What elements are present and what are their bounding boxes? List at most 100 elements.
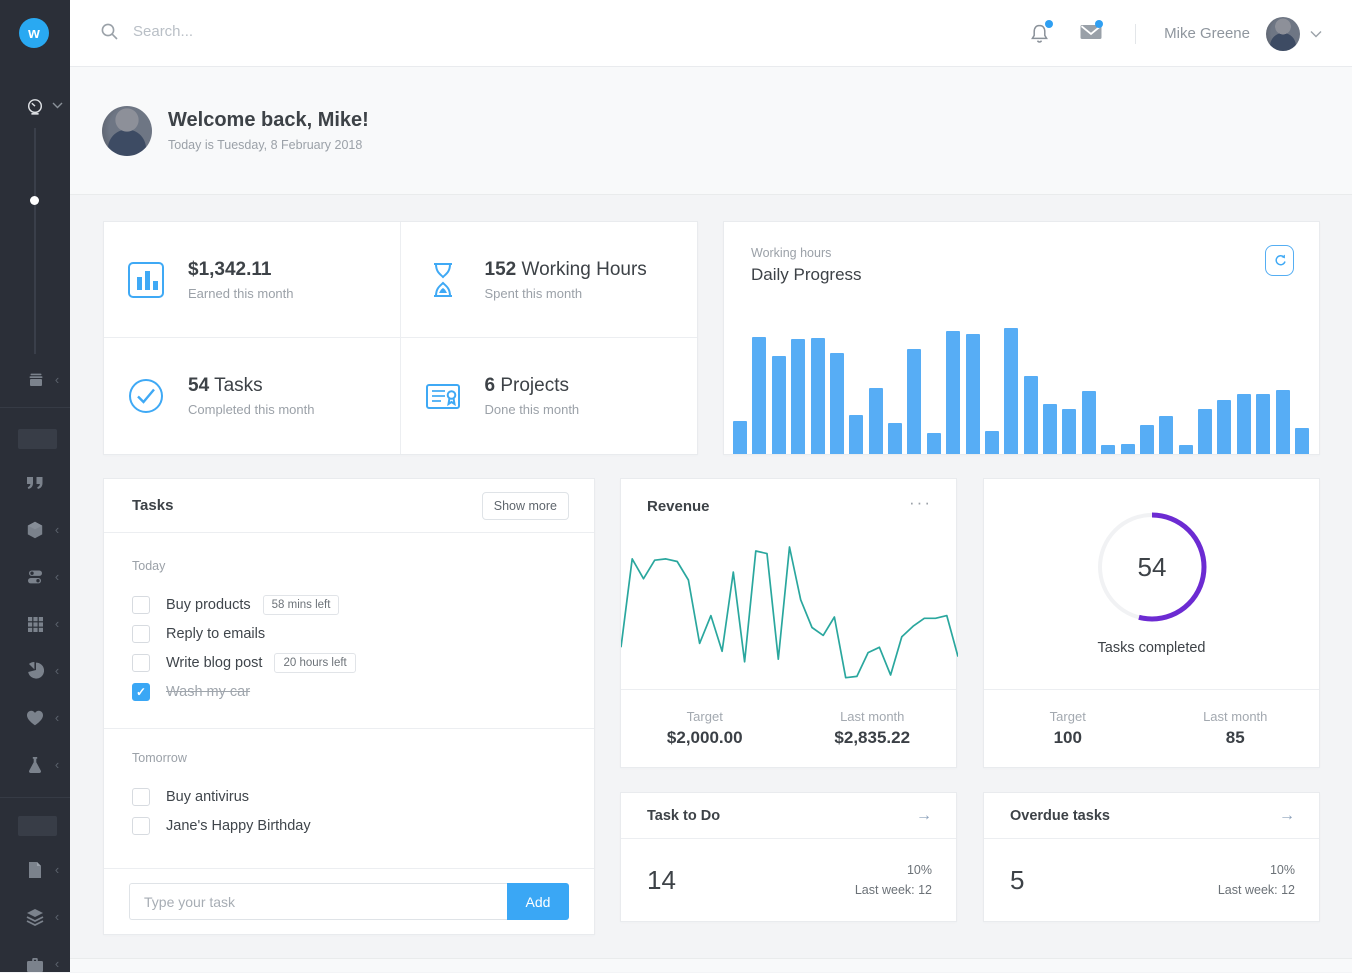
stat-working-hours: 152 Working Hours Spent this month [401,222,698,338]
pie-chart-icon[interactable] [26,662,44,680]
add-task-footer: Add [104,868,594,934]
tasks-card: Tasks Show more Today Buy products 58 mi… [103,478,595,935]
task-text[interactable]: Buy products [166,597,251,613]
bar [1082,391,1096,454]
bar [1004,328,1018,454]
add-task-button[interactable]: Add [507,883,569,920]
task-checkbox[interactable] [132,596,150,614]
task-checkbox-checked[interactable]: ✓ [132,683,150,701]
new-task-input[interactable] [129,883,507,920]
stat-value-rest: Working Hours [516,259,647,280]
kpi-last-week: Last week: 12 [855,883,932,897]
bar [1198,409,1212,454]
card-title: Overdue tasks [1010,808,1110,824]
chevron-left-icon[interactable]: ‹ [52,521,62,539]
revenue-line-chart [621,537,958,689]
bar [733,421,747,454]
refresh-button[interactable] [1265,245,1294,276]
chevron-left-icon[interactable]: ‹ [52,615,62,633]
tasks-completed-donut: 54 [1092,507,1212,627]
user-name[interactable]: Mike Greene [1164,25,1250,42]
task-checkbox[interactable] [132,788,150,806]
chevron-left-icon[interactable]: ‹ [52,371,62,389]
cube-icon[interactable] [26,521,44,539]
chevron-left-icon[interactable]: ‹ [52,756,62,774]
chevron-down-icon[interactable] [52,102,63,109]
target-label: Target [1050,709,1086,724]
stat-value: 6 [485,375,496,396]
kpi-percent: 10% [1270,863,1295,877]
task-row-completed: ✓ Wash my car [132,677,566,706]
chevron-left-icon[interactable]: ‹ [52,908,62,926]
task-text[interactable]: Wash my car [166,684,250,700]
document-icon[interactable] [26,861,44,879]
bar-chart-icon [126,260,166,300]
daily-progress-card: Working hours Daily Progress [723,221,1320,455]
tasks-completed-footer: Target 100 Last month 85 [984,689,1319,767]
show-more-button[interactable]: Show more [482,492,569,520]
chevron-left-icon[interactable]: ‹ [52,662,62,680]
daily-progress-bars [733,328,1309,454]
active-submenu-dot[interactable] [30,196,39,205]
task-badge: 58 mins left [263,595,340,615]
layers-icon[interactable] [26,908,44,926]
app-logo[interactable]: w [19,18,49,48]
donut-value: 54 [1092,507,1212,627]
welcome-header: Welcome back, Mike! Today is Tuesday, 8 … [70,67,1352,195]
bar [907,349,921,454]
donut-label: Tasks completed [984,640,1319,656]
heart-icon[interactable] [26,709,44,727]
archive-box-icon[interactable] [26,371,44,389]
task-text[interactable]: Write blog post [166,655,262,671]
bar [1276,390,1290,454]
chart-subtitle: Working hours [751,246,831,260]
chevron-left-icon[interactable]: ‹ [52,861,62,879]
certificate-icon [423,376,463,416]
revenue-card: Revenue ··· Target $2,000.00 Last month … [620,478,957,768]
bar [1237,394,1251,454]
bar [1256,394,1270,454]
notifications-button[interactable] [1029,23,1051,45]
task-row: Reply to emails [132,619,566,648]
briefcase-icon[interactable] [26,955,44,973]
chevron-left-icon[interactable]: ‹ [52,709,62,727]
kpi-last-week: Last week: 12 [1218,883,1295,897]
kpi-percent: 10% [907,863,932,877]
task-checkbox[interactable] [132,654,150,672]
search-icon[interactable] [100,22,119,41]
stat-value: $1,342.11 [188,259,271,280]
bar [1295,428,1309,454]
bar [1043,404,1057,454]
chevron-down-icon[interactable] [1310,30,1322,38]
task-text[interactable]: Jane's Happy Birthday [166,818,311,834]
sidebar-divider [0,797,70,798]
search-input[interactable] [133,23,353,40]
bar [830,353,844,454]
bar [1101,445,1115,454]
chevron-left-icon[interactable]: ‹ [52,955,62,973]
user-avatar[interactable] [1266,17,1300,51]
dashboard-icon[interactable] [26,98,44,116]
check-circle-icon [126,376,166,416]
task-text[interactable]: Buy antivirus [166,789,249,805]
bar [849,415,863,454]
task-checkbox[interactable] [132,625,150,643]
grid-icon[interactable] [26,615,44,633]
stat-value-rest: Projects [495,375,569,396]
more-options-icon[interactable]: ··· [909,493,932,513]
arrow-right-icon[interactable]: → [916,807,932,825]
stat-value-rest: Tasks [209,375,263,396]
quote-icon[interactable] [26,474,44,492]
task-to-do-card: Task to Do → 14 10% Last week: 12 [620,792,957,922]
bar [966,334,980,454]
stat-label: Spent this month [485,286,647,301]
task-checkbox[interactable] [132,817,150,835]
bar [1024,376,1038,454]
arrow-right-icon[interactable]: → [1279,807,1295,825]
card-title: Task to Do [647,808,720,824]
chevron-left-icon[interactable]: ‹ [52,568,62,586]
task-text[interactable]: Reply to emails [166,626,265,642]
flask-icon[interactable] [26,756,44,774]
messages-button[interactable] [1079,23,1101,45]
toggles-icon[interactable] [26,568,44,586]
